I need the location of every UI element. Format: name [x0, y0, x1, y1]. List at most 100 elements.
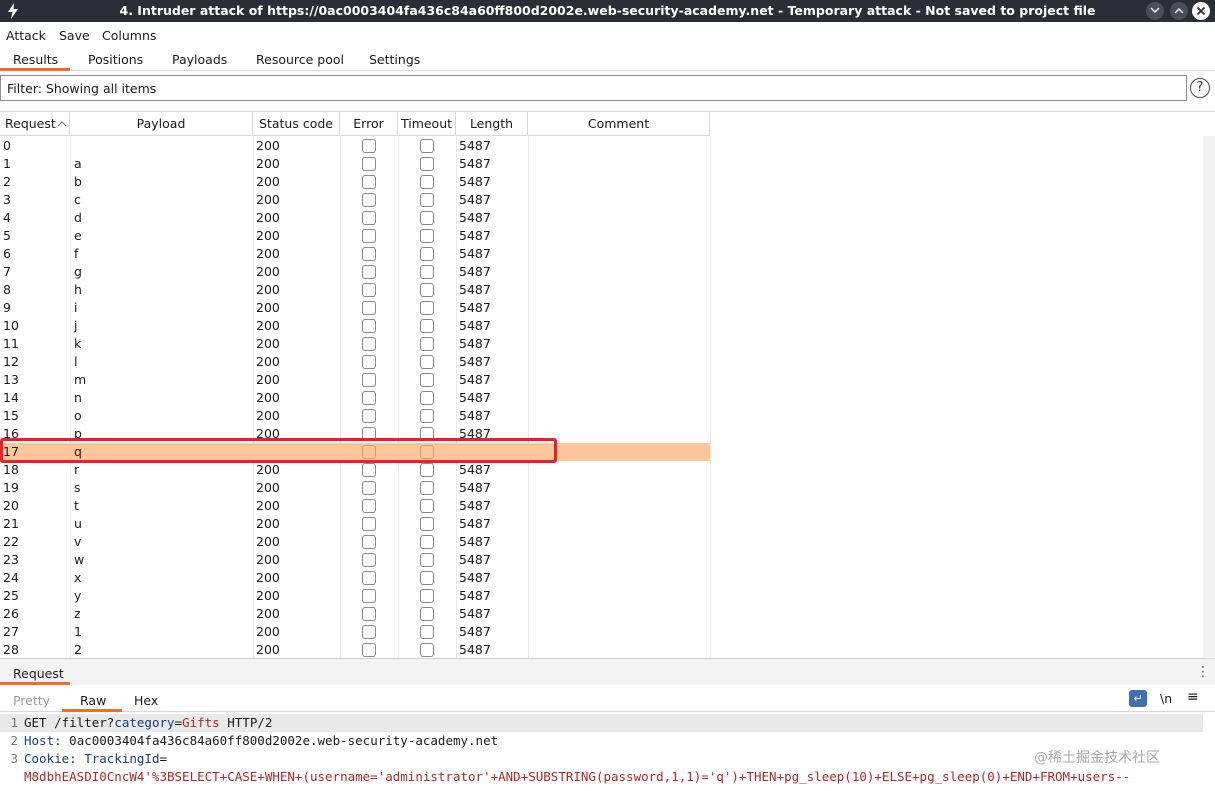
- table-row[interactable]: 18 r 200 5487: [0, 461, 710, 479]
- filter-bar[interactable]: Filter: Showing all items: [0, 75, 1187, 101]
- table-row[interactable]: 12 l 200 5487: [0, 353, 710, 371]
- hamburger-menu-icon[interactable]: ≡: [1187, 689, 1199, 705]
- active-tab-indicator: [0, 68, 70, 71]
- subtab-pretty[interactable]: Pretty: [13, 693, 50, 708]
- table-row[interactable]: 1 a 200 5487: [0, 155, 710, 173]
- col-length[interactable]: Length: [456, 112, 528, 136]
- close-button[interactable]: [1192, 2, 1210, 20]
- table-row[interactable]: 27 1 200 5487: [0, 623, 710, 641]
- cell-request: 11: [3, 336, 19, 351]
- menu-columns[interactable]: Columns: [102, 28, 156, 43]
- table-row[interactable]: 21 u 200 5487: [0, 515, 710, 533]
- word-wrap-icon[interactable]: ↵: [1129, 690, 1147, 707]
- cell-status-code: 200: [256, 588, 280, 603]
- table-row[interactable]: 28 2 200 5487: [0, 641, 710, 658]
- cell-length: 5487: [459, 480, 491, 495]
- error-checkbox: [362, 355, 376, 369]
- close-icon: [1196, 6, 1206, 16]
- col-request[interactable]: Request: [0, 112, 70, 136]
- cell-length: 5487: [459, 552, 491, 567]
- table-row[interactable]: 23 w 200 5487: [0, 551, 710, 569]
- cell-request: 0: [3, 138, 11, 153]
- code-line: 3 Cookie: TrackingId=: [10, 751, 168, 766]
- error-checkbox: [362, 589, 376, 603]
- minimize-button[interactable]: [1146, 2, 1164, 20]
- cell-status-code: 200: [256, 246, 280, 261]
- tab-results[interactable]: Results: [13, 52, 58, 67]
- window-title: 4. Intruder attack of https://0ac0003404…: [119, 3, 1096, 18]
- error-checkbox: [362, 517, 376, 531]
- table-row[interactable]: 7 g 200 5487: [0, 263, 710, 281]
- maximize-icon: [1174, 7, 1184, 14]
- table-row[interactable]: 10 j 200 5487: [0, 317, 710, 335]
- table-row[interactable]: 0 200 5487: [0, 137, 710, 155]
- col-timeout[interactable]: Timeout: [398, 112, 456, 136]
- minimize-icon: [1150, 7, 1160, 14]
- cell-status-code: 200: [256, 552, 280, 567]
- cell-payload: w: [74, 552, 85, 567]
- table-row[interactable]: 15 o 200 5487: [0, 407, 710, 425]
- timeout-checkbox: [420, 139, 434, 153]
- table-row[interactable]: 13 m 200 5487: [0, 371, 710, 389]
- table-row[interactable]: 14 n 200 5487: [0, 389, 710, 407]
- table-row[interactable]: 25 y 200 5487: [0, 587, 710, 605]
- col-comment[interactable]: Comment: [528, 112, 710, 136]
- col-status-code[interactable]: Status code: [253, 112, 340, 136]
- table-scrollbar[interactable]: [1203, 136, 1215, 657]
- tab-positions[interactable]: Positions: [88, 52, 143, 67]
- cell-status-code: 200: [256, 498, 280, 513]
- cell-status-code: 200: [256, 642, 280, 657]
- attack-tabs: Results Positions Payloads Resource pool…: [0, 47, 1215, 71]
- col-error[interactable]: Error: [340, 112, 398, 136]
- table-row[interactable]: 2 b 200 5487: [0, 173, 710, 191]
- menu-save[interactable]: Save: [59, 28, 90, 43]
- table-row[interactable]: 9 i 200 5487: [0, 299, 710, 317]
- subtab-hex[interactable]: Hex: [134, 693, 158, 708]
- table-row[interactable]: 20 t 200 5487: [0, 497, 710, 515]
- table-row[interactable]: 26 z 200 5487: [0, 605, 710, 623]
- tab-payloads[interactable]: Payloads: [172, 52, 227, 67]
- cell-payload: y: [74, 588, 82, 603]
- table-row[interactable]: 8 h 200 5487: [0, 281, 710, 299]
- query-value: Gifts: [182, 715, 220, 730]
- timeout-checkbox: [420, 211, 434, 225]
- cell-payload: m: [74, 372, 87, 387]
- cell-status-code: 200: [256, 516, 280, 531]
- cell-request: 26: [3, 606, 19, 621]
- table-row[interactable]: 22 v 200 5487: [0, 533, 710, 551]
- tab-settings[interactable]: Settings: [369, 52, 420, 67]
- col-payload[interactable]: Payload: [70, 112, 253, 136]
- tab-resource-pool[interactable]: Resource pool: [256, 52, 344, 67]
- cell-payload: e: [74, 228, 82, 243]
- more-options-icon[interactable]: ⋮: [1196, 664, 1210, 680]
- http-method: GET: [24, 715, 47, 730]
- cell-request: 14: [3, 390, 19, 405]
- cell-payload: d: [74, 210, 82, 225]
- cell-status-code: 200: [256, 264, 280, 279]
- cell-status-code: 200: [256, 156, 280, 171]
- subtab-raw[interactable]: Raw: [80, 693, 106, 708]
- maximize-button[interactable]: [1170, 2, 1188, 20]
- query-param: category: [114, 715, 175, 730]
- cell-payload: f: [74, 246, 79, 261]
- timeout-checkbox: [420, 337, 434, 351]
- table-row[interactable]: 3 c 200 5487: [0, 191, 710, 209]
- timeout-checkbox: [420, 535, 434, 549]
- help-icon[interactable]: ?: [1190, 78, 1210, 98]
- cell-length: 5487: [459, 138, 491, 153]
- filter-label: Filter: Showing all items: [7, 81, 157, 96]
- table-row[interactable]: 24 x 200 5487: [0, 569, 710, 587]
- error-checkbox: [362, 607, 376, 621]
- table-row[interactable]: 4 d 200 5487: [0, 209, 710, 227]
- table-row[interactable]: 5 e 200 5487: [0, 227, 710, 245]
- cell-length: 5487: [459, 300, 491, 315]
- table-row[interactable]: 19 s 200 5487: [0, 479, 710, 497]
- request-editor[interactable]: 1 GET /filter?category=Gifts HTTP/2 2 Ho…: [0, 714, 1215, 791]
- table-row[interactable]: 11 k 200 5487: [0, 335, 710, 353]
- cell-length: 5487: [459, 624, 491, 639]
- newline-toggle[interactable]: \n: [1160, 691, 1172, 706]
- menu-attack[interactable]: Attack: [6, 28, 46, 43]
- cell-request: 23: [3, 552, 19, 567]
- table-row[interactable]: 6 f 200 5487: [0, 245, 710, 263]
- error-checkbox: [362, 409, 376, 423]
